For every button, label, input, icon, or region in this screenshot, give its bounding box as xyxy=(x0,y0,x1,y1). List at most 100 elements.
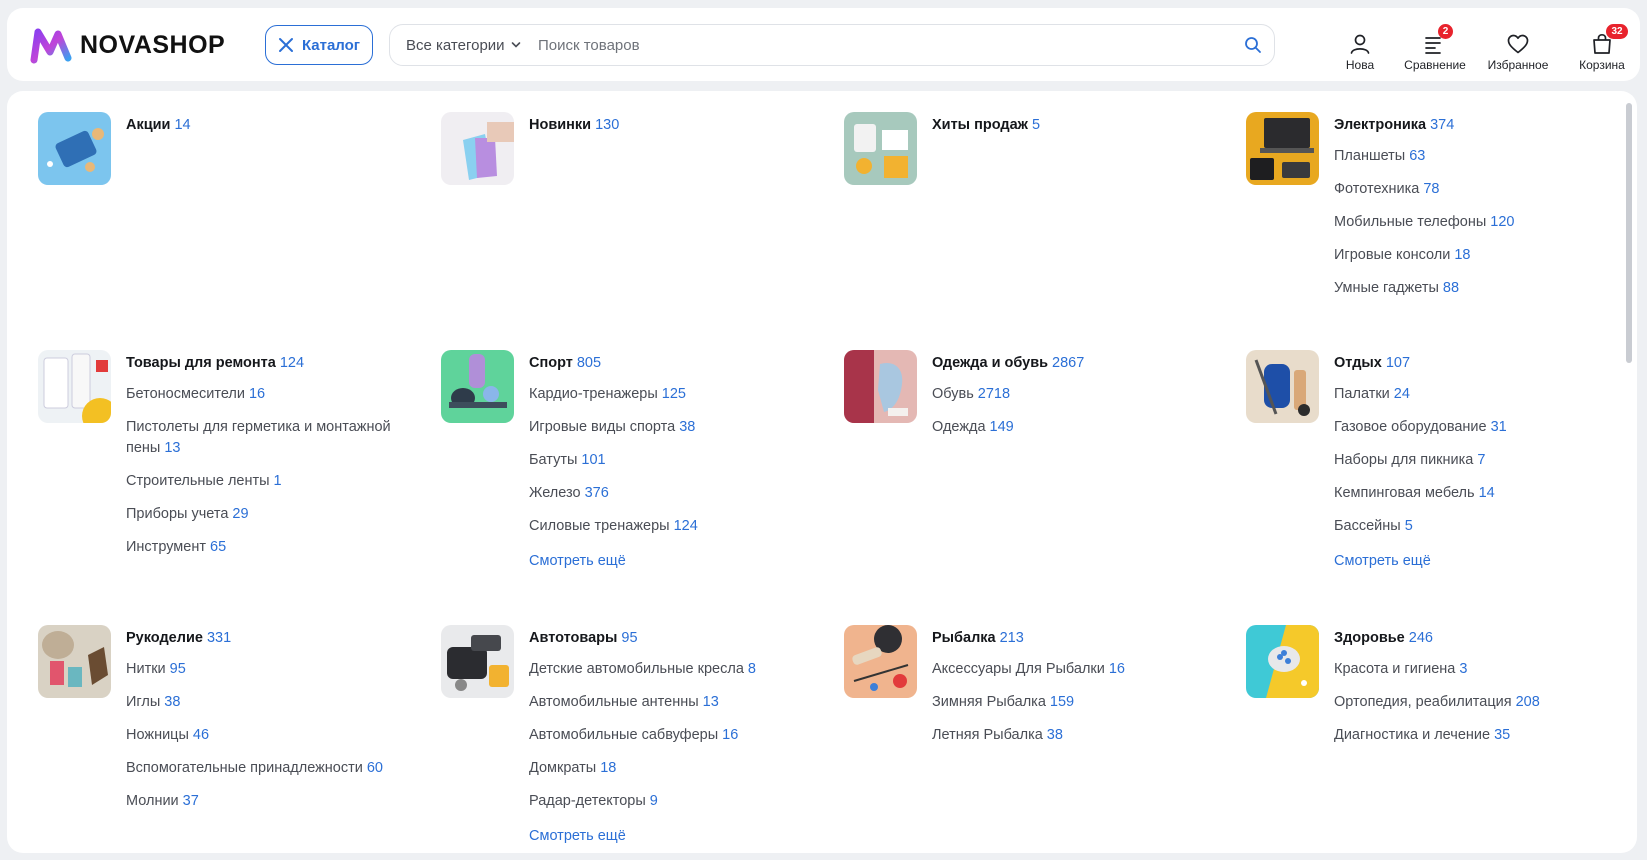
shopping-bags-image[interactable] xyxy=(441,112,514,185)
category-select[interactable]: Все категории xyxy=(390,25,538,65)
subcategory-link[interactable]: Игровые консоли 18 xyxy=(1334,245,1634,266)
subcategory-link[interactable]: Силовые тренажеры 124 xyxy=(529,516,829,537)
subcategory-link[interactable]: Аксессуары Для Рыбалки 16 xyxy=(932,659,1232,680)
subcategory-link[interactable]: Иглы 38 xyxy=(126,692,426,713)
subcategory-count: 376 xyxy=(584,485,609,501)
subcategory-link[interactable]: Мобильные телефоны 120 xyxy=(1334,212,1634,233)
subcategory-link[interactable]: Приборы учета 29 xyxy=(126,504,426,525)
subcategory-link[interactable]: Палатки 24 xyxy=(1334,384,1634,405)
category-title[interactable]: Рукоделие 331 xyxy=(126,629,426,647)
subcategory-link[interactable]: Фототехника 78 xyxy=(1334,179,1634,200)
subcategory-link[interactable]: Бетоносмесители 16 xyxy=(126,384,426,405)
search-button[interactable] xyxy=(1232,24,1274,66)
category-body: Рыбалка 213 Аксессуары Для Рыбалки 16 Зимняя… xyxy=(932,629,1232,758)
see-more-link[interactable]: Смотреть ещё xyxy=(529,828,626,844)
subcategory-label: Детские автомобильные кресла xyxy=(529,661,744,677)
category-title[interactable]: Отдых 107 xyxy=(1334,354,1634,372)
subcategory-link[interactable]: Летняя Рыбалка 38 xyxy=(932,725,1232,746)
subcategory-link[interactable]: Газовое оборудование 31 xyxy=(1334,417,1634,438)
electronics-image[interactable] xyxy=(1246,112,1319,185)
category-title[interactable]: Здоровье 246 xyxy=(1334,629,1634,647)
subcategory-link[interactable]: Ортопедия, реабилитация 208 xyxy=(1334,692,1634,713)
subcategory-link[interactable]: Планшеты 63 xyxy=(1334,146,1634,167)
subcategory-link[interactable]: Батуты 101 xyxy=(529,450,829,471)
category-body: Электроника 374 Планшеты 63 Фототехника 78 Моб… xyxy=(1334,116,1634,311)
subcategory-link[interactable]: Одежда 149 xyxy=(932,417,1232,438)
subcategory-count: 95 xyxy=(169,661,186,677)
subcategory-link[interactable]: Строительные ленты 1 xyxy=(126,471,426,492)
subcategory-link[interactable]: Молнии 37 xyxy=(126,791,426,812)
subcategory-label: Вспомогательные принадлежности xyxy=(126,760,363,776)
category-title-label: Здоровье xyxy=(1334,630,1405,646)
crafts-image[interactable] xyxy=(38,625,111,698)
category-title[interactable]: Спорт 805 xyxy=(529,354,829,372)
subcategory-list: Обувь 2718 Одежда 149 xyxy=(932,384,1232,438)
subcategory-link[interactable]: Железо 376 xyxy=(529,483,829,504)
subcategory-count: 60 xyxy=(366,760,383,776)
subcategory-count: 46 xyxy=(192,727,210,743)
category-title[interactable]: Электроника 374 xyxy=(1334,116,1634,134)
subcategory-link[interactable]: Ножницы 46 xyxy=(126,725,426,746)
subcategory-link[interactable]: Бассейны 5 xyxy=(1334,516,1634,537)
subcategory-count: 78 xyxy=(1423,181,1440,197)
subcategory-link[interactable]: Обувь 2718 xyxy=(932,384,1232,405)
favorites-button[interactable]: Избранное xyxy=(1472,20,1564,72)
category-body: Рукоделие 331 Нитки 95 Иглы 38 Ножницы 46 Вспомо… xyxy=(126,629,426,824)
profile-button[interactable]: Нова xyxy=(1322,20,1398,72)
category-title[interactable]: Одежда и обувь 2867 xyxy=(932,354,1232,372)
bestsellers-image[interactable] xyxy=(844,112,917,185)
subcategory-link[interactable]: Пистолеты для герметика и монтажной пены… xyxy=(126,417,426,459)
auto-image[interactable] xyxy=(441,625,514,698)
category-title[interactable]: Новинки 130 xyxy=(529,116,829,134)
subcategory-link[interactable]: Зимняя Рыбалка 159 xyxy=(932,692,1232,713)
category-count: 124 xyxy=(279,355,305,371)
subcategory-link[interactable]: Красота и гигиена 3 xyxy=(1334,659,1634,680)
subcategory-label: Мобильные телефоны xyxy=(1334,214,1487,230)
sport-image[interactable] xyxy=(441,350,514,423)
see-more-link[interactable]: Смотреть ещё xyxy=(1334,553,1431,569)
subcategory-link[interactable]: Радар-детекторы 9 xyxy=(529,791,829,812)
subcategory-list: Красота и гигиена 3 Ортопедия, реабилитаци… xyxy=(1334,659,1634,746)
subcategory-link[interactable]: Вспомогательные принадлежности 60 xyxy=(126,758,426,779)
see-more-link[interactable]: Смотреть ещё xyxy=(529,553,626,569)
category-count: 95 xyxy=(621,630,638,646)
subcategory-link[interactable]: Кемпинговая мебель 14 xyxy=(1334,483,1634,504)
subcategory-link[interactable]: Диагностика и лечение 35 xyxy=(1334,725,1634,746)
promo-image[interactable] xyxy=(38,112,111,185)
subcategory-label: Радар-детекторы xyxy=(529,793,646,809)
cart-button[interactable]: 32 Корзина xyxy=(1564,20,1640,72)
subcategory-link[interactable]: Игровые виды спорта 38 xyxy=(529,417,829,438)
search-input[interactable] xyxy=(538,25,1232,65)
clothes-image[interactable] xyxy=(844,350,917,423)
subcategory-label: Автомобильные антенны xyxy=(529,694,699,710)
subcategory-link[interactable]: Домкраты 18 xyxy=(529,758,829,779)
category-title[interactable]: Автотовары 95 xyxy=(529,629,829,647)
category-title-label: Товары для ремонта xyxy=(126,355,276,371)
category-title[interactable]: Хиты продаж 5 xyxy=(932,116,1232,134)
health-image[interactable] xyxy=(1246,625,1319,698)
fishing-image[interactable] xyxy=(844,625,917,698)
repair-image[interactable] xyxy=(38,350,111,423)
compare-button[interactable]: 2 Сравнение xyxy=(1398,20,1472,72)
category-body: Новинки 130 xyxy=(529,116,829,134)
category-title[interactable]: Рыбалка 213 xyxy=(932,629,1232,647)
subcategory-label: Батуты xyxy=(529,452,578,468)
catalog-button[interactable]: Каталог xyxy=(265,25,373,65)
logo[interactable]: NOVASHOP xyxy=(30,26,225,64)
subcategory-link[interactable]: Умные гаджеты 88 xyxy=(1334,278,1634,299)
subcategory-label: Одежда xyxy=(932,419,986,435)
subcategory-link[interactable]: Инструмент 65 xyxy=(126,537,426,558)
subcategory-link[interactable]: Кардио-тренажеры 125 xyxy=(529,384,829,405)
category-body: Хиты продаж 5 xyxy=(932,116,1232,134)
header-actions: Нова 2 Сравнение Избранное 32 Корзина xyxy=(1322,20,1640,72)
subcategory-link[interactable]: Автомобильные антенны 13 xyxy=(529,692,829,713)
subcategory-link[interactable]: Нитки 95 xyxy=(126,659,426,680)
category-title[interactable]: Товары для ремонта 124 xyxy=(126,354,426,372)
outdoor-image[interactable] xyxy=(1246,350,1319,423)
subcategory-link[interactable]: Автомобильные сабвуферы 16 xyxy=(529,725,829,746)
category-title[interactable]: Акции 14 xyxy=(126,116,426,134)
subcategory-link[interactable]: Наборы для пикника 7 xyxy=(1334,450,1634,471)
subcategory-link[interactable]: Детские автомобильные кресла 8 xyxy=(529,659,829,680)
subcategory-count: 29 xyxy=(232,506,249,522)
cart-label: Корзина xyxy=(1579,58,1625,72)
